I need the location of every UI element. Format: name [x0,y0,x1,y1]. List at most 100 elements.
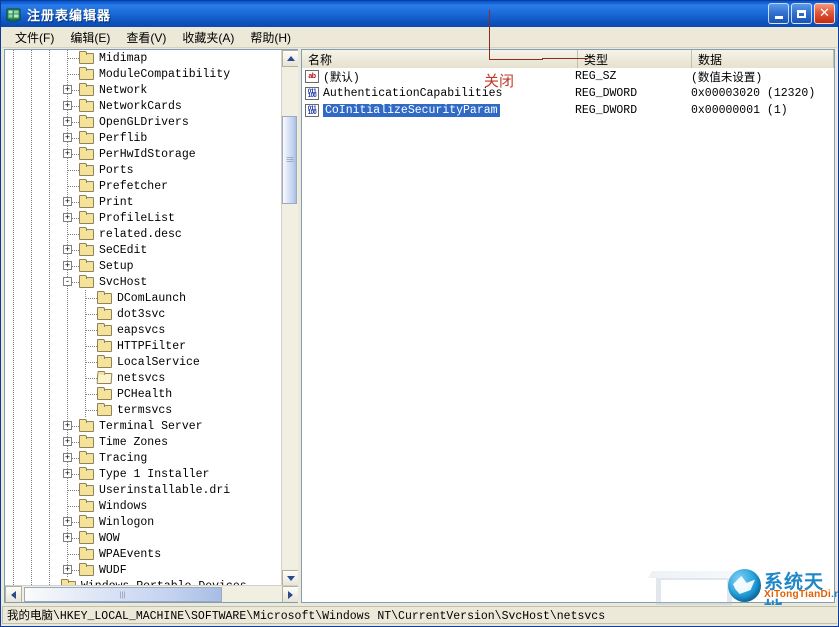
tree-node[interactable]: + SeCEdit [5,242,281,258]
tree-expand-icon[interactable]: + [63,565,72,574]
tree-node[interactable]: Userinstallable.dri [5,482,281,498]
tree-node[interactable]: + WUDF [5,562,281,578]
tree-node[interactable]: eapsvcs [5,322,281,338]
chevron-left-icon [11,590,16,599]
tree-node[interactable]: DComLaunch [5,290,281,306]
tree-node[interactable]: ModuleCompatibility [5,66,281,82]
tree-node[interactable]: + OpenGLDrivers [5,114,281,130]
registry-tree-panel[interactable]: Midimap ModuleCompatibility + Network + Netwo… [4,49,298,603]
tree-node[interactable]: Ports [5,162,281,178]
tree-guide-line [49,162,50,178]
tree-expand-icon[interactable]: + [63,101,72,110]
tree-node[interactable]: PCHealth [5,386,281,402]
tree-node[interactable]: + Print [5,194,281,210]
tree-node[interactable]: Prefetcher [5,178,281,194]
folder-icon [79,243,95,256]
tree-node[interactable]: + Terminal Server [5,418,281,434]
tree-node[interactable]: HTTPFilter [5,338,281,354]
tree-guide-line [13,370,14,386]
tree-expand-icon[interactable]: + [63,469,72,478]
tree-expand-icon[interactable]: + [63,85,72,94]
tree-guide-line [49,386,50,402]
maximize-button[interactable] [791,3,812,24]
tree-expand-icon[interactable]: + [63,149,72,158]
tree-scroll-right-button[interactable] [282,586,298,602]
tree-node-label: Print [99,195,134,209]
string-value-icon: ab [305,70,319,83]
tree-node[interactable]: dot3svc [5,306,281,322]
folder-icon [79,99,95,112]
tree-node[interactable]: termsvcs [5,402,281,418]
tree-expand-icon[interactable]: + [63,133,72,142]
folder-icon [97,307,113,320]
tree-expand-icon[interactable]: + [63,261,72,270]
tree-guide-line [49,546,50,562]
tree-expand-icon[interactable]: + [63,117,72,126]
tree-node-label: SeCEdit [99,243,148,257]
menu-view[interactable]: 查看(V) [118,27,174,48]
tree-node[interactable]: + Tracing [5,450,281,466]
title-bar[interactable]: 注册表编辑器 ✕ [1,1,838,27]
registry-values-panel[interactable]: 名称 类型 数据 ab (默认) REG_SZ (数值未设置) 011 100 Authenti… [301,49,835,603]
folder-icon [79,51,95,64]
tree-expand-icon[interactable]: + [63,197,72,206]
tree-expand-icon[interactable]: + [63,421,72,430]
tree-expand-icon[interactable]: + [63,517,72,526]
folder-icon [79,163,95,176]
scrollbar-grip-icon [120,591,126,598]
column-type[interactable]: 类型 [578,50,692,68]
tree-node[interactable]: Midimap [5,50,281,66]
menu-help[interactable]: 帮助(H) [242,27,299,48]
tree-node[interactable]: LocalService [5,354,281,370]
tree-collapse-icon[interactable]: - [63,277,72,286]
column-data[interactable]: 数据 [692,50,834,68]
menu-favorites[interactable]: 收藏夹(A) [174,27,242,48]
tree-hscrollbar-thumb[interactable] [24,587,222,602]
close-icon: ✕ [819,6,830,21]
tree-node-label: Tracing [99,451,148,465]
table-row[interactable]: 011 100 AuthenticationCapabilities REG_DWOR… [302,85,834,102]
tree-node[interactable]: + PerHwIdStorage [5,146,281,162]
tree-scroll-up-button[interactable] [282,50,298,67]
tree-expand-icon[interactable]: + [63,245,72,254]
tree-node[interactable]: + Winlogon [5,514,281,530]
tree-horizontal-scrollbar[interactable] [5,585,298,602]
close-button[interactable]: ✕ [814,3,835,24]
tree-node[interactable]: related.desc [5,226,281,242]
menu-edit[interactable]: 编辑(E) [62,27,118,48]
tree-expand-icon[interactable]: + [63,213,72,222]
tree-node[interactable]: + Perflib [5,130,281,146]
tree-node[interactable]: WPAEvents [5,546,281,562]
tree-connector-line [86,394,97,395]
tree-node[interactable]: + Network [5,82,281,98]
menu-file[interactable]: 文件(F) [7,27,62,48]
tree-guide-line [31,98,32,114]
tree-guide-line [13,242,14,258]
close-annotation-text: 关闭 [484,73,515,90]
tree-guide-line [13,450,14,466]
tree-node[interactable]: netsvcs [5,370,281,386]
tree-node[interactable]: + NetworkCards [5,98,281,114]
tree-node[interactable]: + Time Zones [5,434,281,450]
tree-expand-icon[interactable]: + [63,453,72,462]
tree-guide-line [31,546,32,562]
tree-guide-line [67,386,68,402]
tree-guide-line [13,354,14,370]
tree-node[interactable]: - SvcHost [5,274,281,290]
tree-scroll-left-button[interactable] [5,586,22,602]
tree-vertical-scrollbar[interactable] [281,50,298,587]
tree-scrollbar-thumb[interactable] [282,116,297,204]
tree-node[interactable]: + WOW [5,530,281,546]
tree-node-label: ProfileList [99,211,175,225]
tree-node[interactable]: + Type 1 Installer [5,466,281,482]
table-row[interactable]: 011 100 CoInitializeSecurityParam REG_DWORD… [302,102,834,119]
tree-expand-icon[interactable]: + [63,437,72,446]
tree-expand-icon[interactable]: + [63,533,72,542]
tree-node[interactable]: + Setup [5,258,281,274]
tree-node[interactable]: + ProfileList [5,210,281,226]
folder-icon [97,387,113,400]
tree-node[interactable]: Windows [5,498,281,514]
tree-guide-line [49,322,50,338]
minimize-button[interactable] [768,3,789,24]
table-row[interactable]: ab (默认) REG_SZ (数值未设置) [302,68,834,85]
